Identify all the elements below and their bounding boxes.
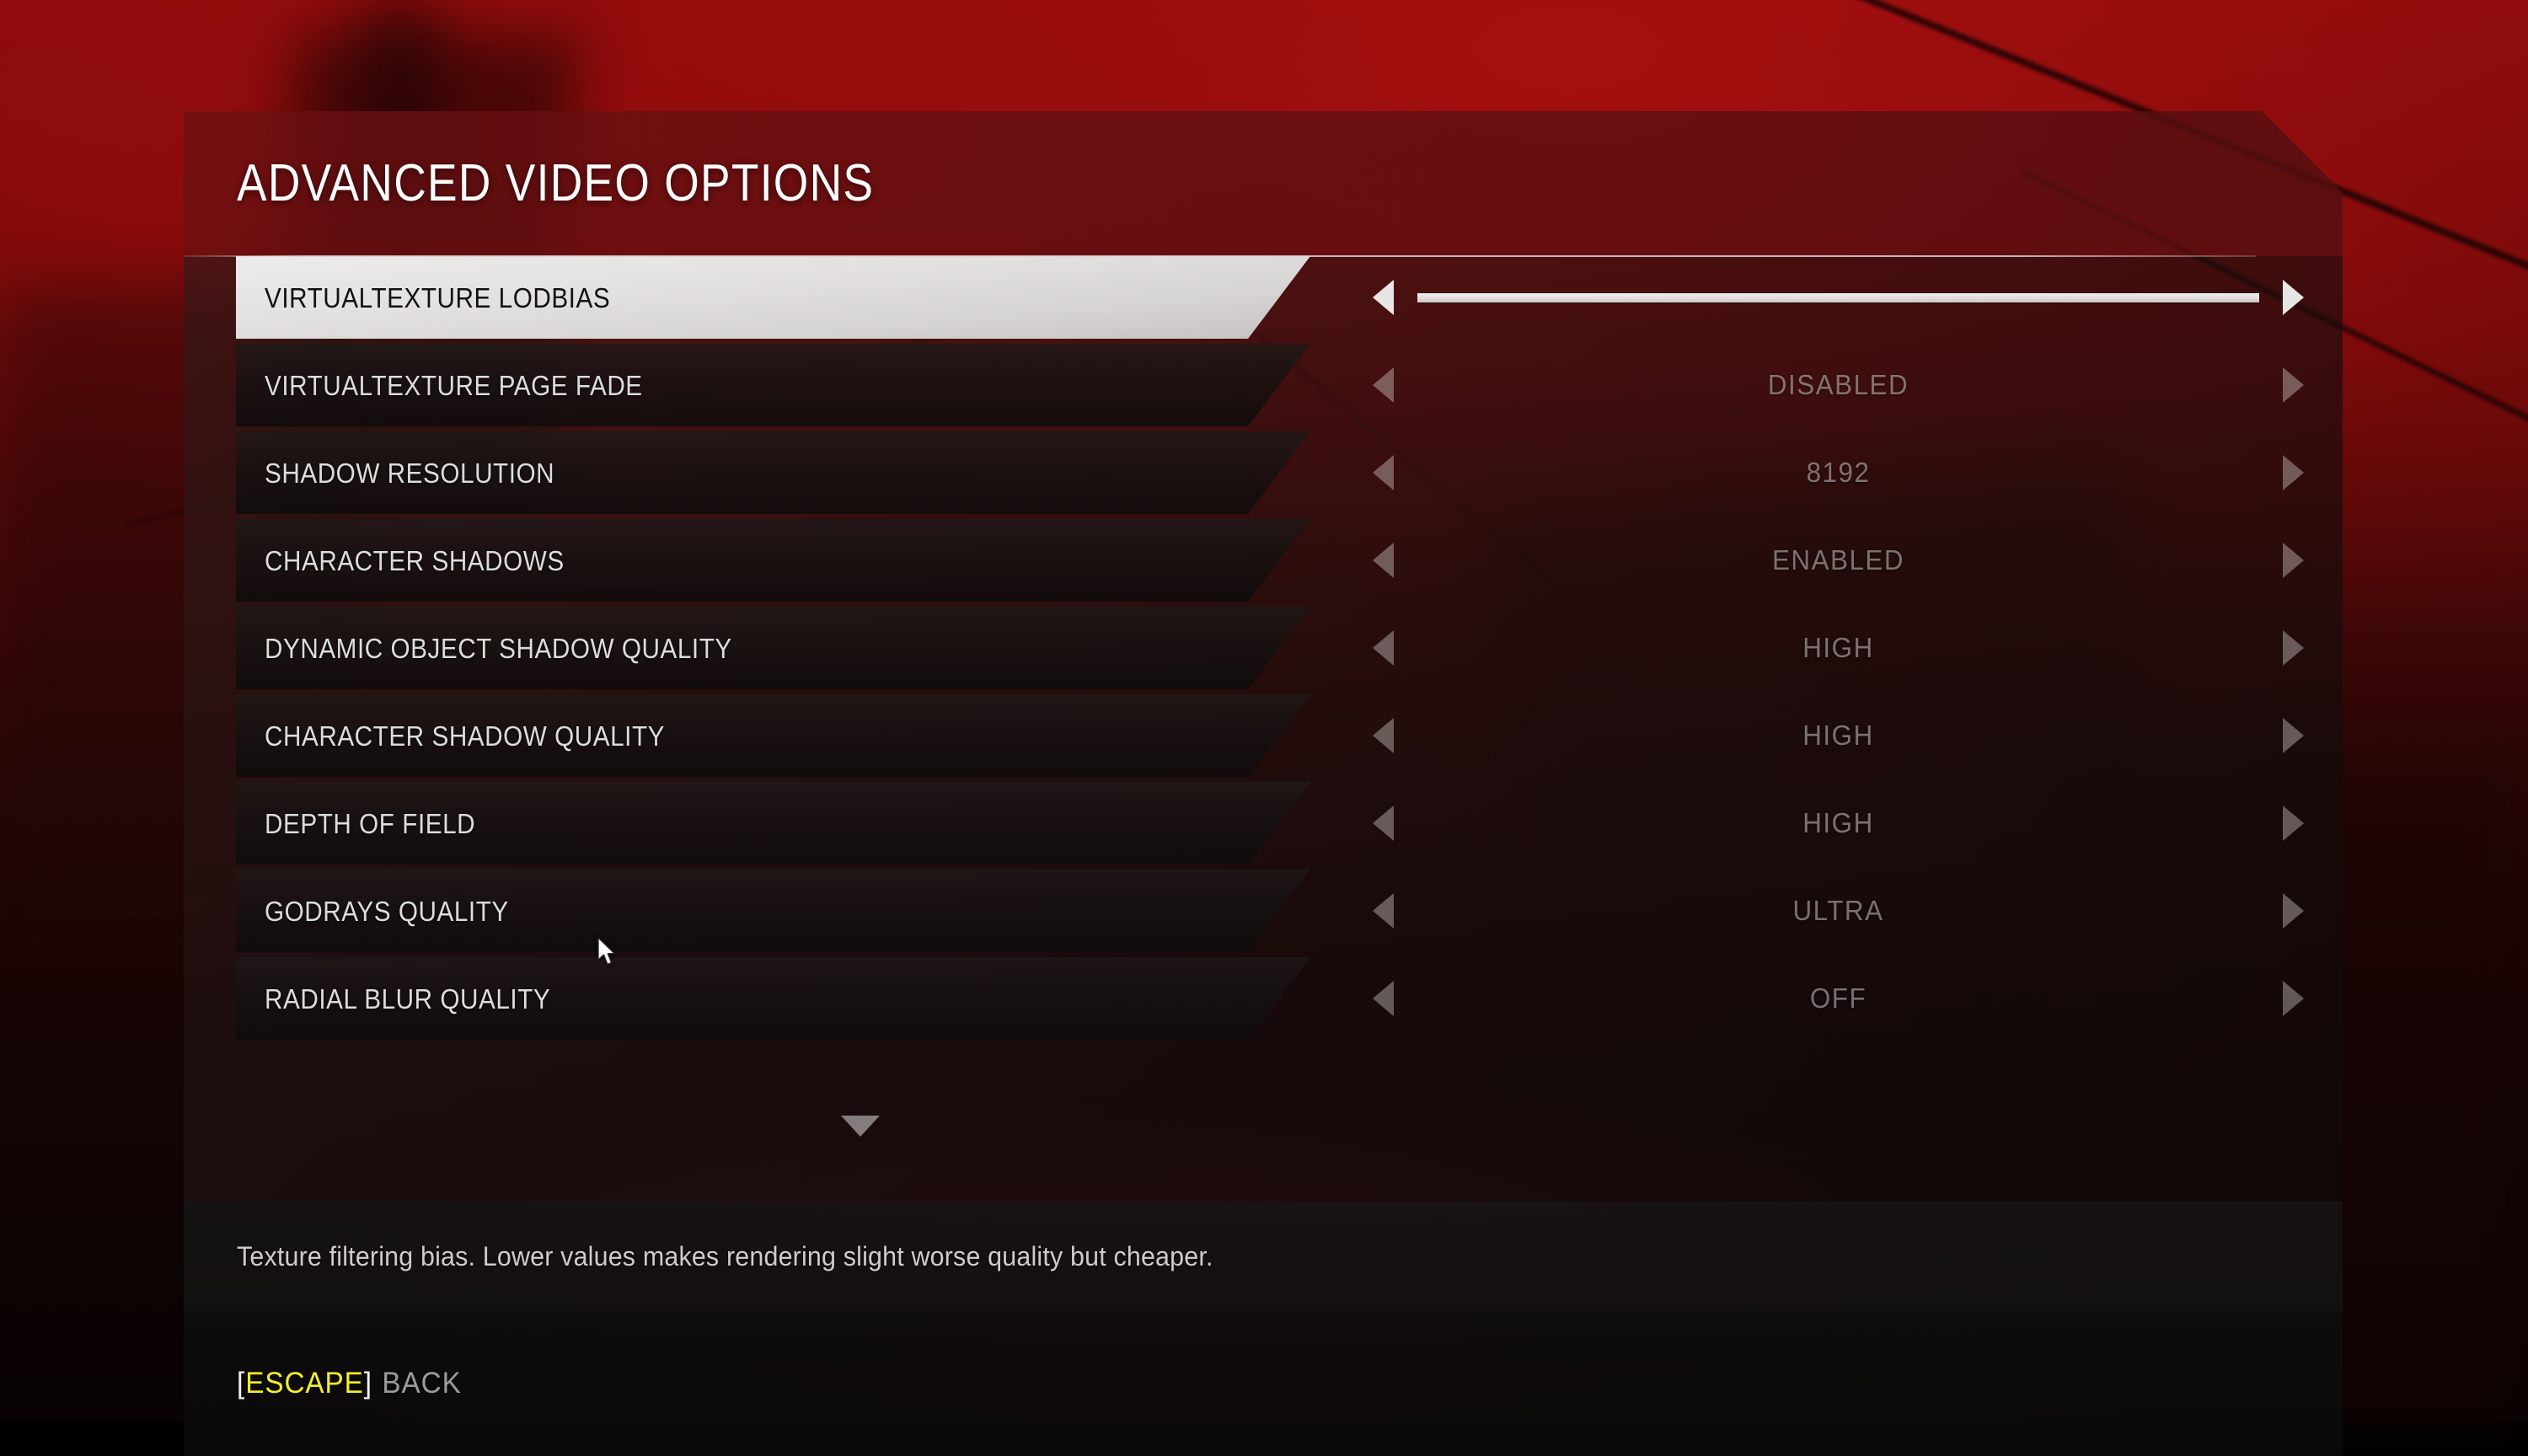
- option-label-plate[interactable]: SHADOW RESOLUTION: [236, 431, 1310, 514]
- decrease-arrow-icon[interactable]: [1373, 893, 1394, 929]
- option-label-plate[interactable]: RADIAL BLUR QUALITY: [236, 957, 1310, 1040]
- option-value: DISABLED: [1416, 369, 2260, 401]
- option-label-plate[interactable]: DEPTH OF FIELD: [236, 782, 1310, 864]
- bracket-close: ]: [364, 1367, 372, 1400]
- increase-arrow-icon[interactable]: [2283, 280, 2304, 315]
- option-value: HIGH: [1416, 720, 2260, 752]
- decrease-arrow-icon[interactable]: [1373, 280, 1394, 315]
- option-value: 8192: [1416, 457, 2260, 489]
- option-label: GODRAYS QUALITY: [265, 896, 509, 928]
- advanced-video-options-panel: ADVANCED VIDEO OPTIONS VIRTUALTEXTURE LO…: [184, 111, 2343, 1311]
- option-row[interactable]: DEPTH OF FIELD HIGH: [184, 782, 2343, 864]
- decrease-arrow-icon[interactable]: [1373, 981, 1394, 1016]
- option-control: [1368, 256, 2307, 339]
- increase-arrow-icon[interactable]: [2283, 630, 2304, 666]
- option-row[interactable]: GODRAYS QUALITY ULTRA: [184, 870, 2343, 952]
- option-value: ENABLED: [1416, 544, 2260, 576]
- option-control: DISABLED: [1368, 344, 2307, 426]
- option-row[interactable]: RADIAL BLUR QUALITY OFF: [184, 957, 2343, 1040]
- option-label-plate[interactable]: DYNAMIC OBJECT SHADOW QUALITY: [236, 607, 1310, 689]
- bracket-open: [: [237, 1367, 245, 1400]
- option-label: DEPTH OF FIELD: [265, 808, 475, 840]
- option-label: SHADOW RESOLUTION: [265, 458, 554, 490]
- footer-bar: [ESCAPE] BACK: [184, 1311, 2343, 1456]
- option-label-plate[interactable]: GODRAYS QUALITY: [236, 870, 1310, 952]
- option-label-plate[interactable]: VIRTUALTEXTURE PAGE FADE: [236, 344, 1310, 426]
- back-action-label: BACK: [382, 1367, 461, 1400]
- option-label-plate[interactable]: CHARACTER SHADOWS: [236, 519, 1310, 602]
- option-value: OFF: [1416, 982, 2260, 1014]
- header-divider: [184, 255, 2257, 257]
- option-control: HIGH: [1368, 694, 2307, 777]
- option-label: CHARACTER SHADOW QUALITY: [265, 720, 665, 752]
- option-value: HIGH: [1416, 632, 2260, 664]
- scroll-down-arrow-icon[interactable]: [841, 1116, 880, 1137]
- increase-arrow-icon[interactable]: [2283, 367, 2304, 403]
- decrease-arrow-icon[interactable]: [1373, 630, 1394, 666]
- options-list: VIRTUALTEXTURE LODBIAS VIRTUALTEXTURE PAG…: [184, 256, 2343, 1045]
- option-value: HIGH: [1416, 807, 2260, 839]
- increase-arrow-icon[interactable]: [2283, 455, 2304, 490]
- option-value: ULTRA: [1416, 895, 2260, 927]
- option-row[interactable]: CHARACTER SHADOW QUALITY HIGH: [184, 694, 2343, 777]
- value-slider[interactable]: [1417, 293, 2259, 302]
- decrease-arrow-icon[interactable]: [1373, 718, 1394, 753]
- escape-key-label: ESCAPE: [245, 1367, 364, 1400]
- option-label: DYNAMIC OBJECT SHADOW QUALITY: [265, 633, 732, 665]
- increase-arrow-icon[interactable]: [2283, 718, 2304, 753]
- option-row[interactable]: CHARACTER SHADOWS ENABLED: [184, 519, 2343, 602]
- decrease-arrow-icon[interactable]: [1373, 367, 1394, 403]
- option-control: HIGH: [1368, 782, 2307, 864]
- option-label: VIRTUALTEXTURE LODBIAS: [265, 282, 610, 314]
- option-control: 8192: [1368, 431, 2307, 514]
- option-control: ENABLED: [1368, 519, 2307, 602]
- option-row[interactable]: VIRTUALTEXTURE PAGE FADE DISABLED: [184, 344, 2343, 426]
- increase-arrow-icon[interactable]: [2283, 806, 2304, 841]
- description-text: Texture filtering bias. Lower values mak…: [237, 1241, 1213, 1272]
- option-label-plate[interactable]: CHARACTER SHADOW QUALITY: [236, 694, 1310, 777]
- option-row[interactable]: DYNAMIC OBJECT SHADOW QUALITY HIGH: [184, 607, 2343, 689]
- option-control: HIGH: [1368, 607, 2307, 689]
- description-bar: Texture filtering bias. Lower values mak…: [184, 1202, 2343, 1311]
- option-control: ULTRA: [1368, 870, 2307, 952]
- option-control: OFF: [1368, 957, 2307, 1040]
- option-label: CHARACTER SHADOWS: [265, 545, 565, 577]
- panel-header: ADVANCED VIDEO OPTIONS: [184, 111, 2343, 256]
- decrease-arrow-icon[interactable]: [1373, 455, 1394, 490]
- option-row[interactable]: SHADOW RESOLUTION 8192: [184, 431, 2343, 514]
- option-label-plate[interactable]: VIRTUALTEXTURE LODBIAS: [236, 256, 1310, 339]
- options-list-container: VIRTUALTEXTURE LODBIAS VIRTUALTEXTURE PAG…: [184, 256, 2343, 1202]
- increase-arrow-icon[interactable]: [2283, 543, 2304, 578]
- increase-arrow-icon[interactable]: [2283, 893, 2304, 929]
- increase-arrow-icon[interactable]: [2283, 981, 2304, 1016]
- decrease-arrow-icon[interactable]: [1373, 543, 1394, 578]
- option-row[interactable]: VIRTUALTEXTURE LODBIAS: [184, 256, 2343, 339]
- decrease-arrow-icon[interactable]: [1373, 806, 1394, 841]
- option-label: VIRTUALTEXTURE PAGE FADE: [265, 370, 643, 402]
- back-hint[interactable]: [ESCAPE] BACK: [237, 1367, 462, 1400]
- page-title: ADVANCED VIDEO OPTIONS: [237, 153, 874, 213]
- option-label: RADIAL BLUR QUALITY: [265, 983, 550, 1015]
